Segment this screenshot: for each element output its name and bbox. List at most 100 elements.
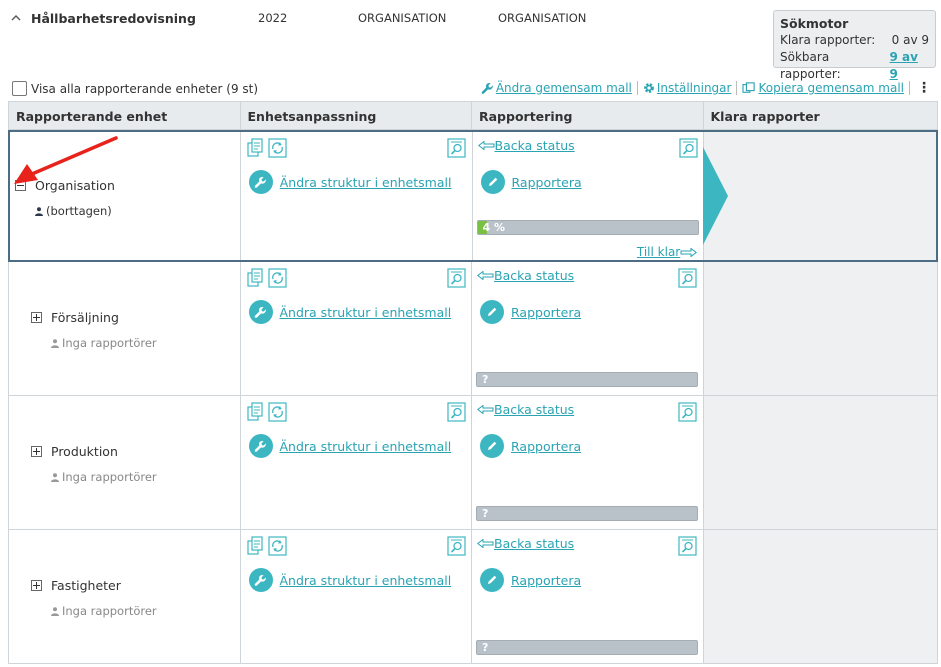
- show-all-checkbox[interactable]: [12, 81, 27, 96]
- pencil-icon: [480, 170, 505, 194]
- reporter-line: Inga rapportörer: [51, 336, 157, 350]
- table-row[interactable]: Organisation (borttagen) Ändra struktur …: [8, 130, 938, 262]
- expand-tree-icon[interactable]: [31, 446, 42, 457]
- change-template-link[interactable]: Ändra gemensam mall: [496, 81, 632, 95]
- back-status-link[interactable]: Backa status: [494, 536, 574, 551]
- arrow-left-icon: [477, 405, 494, 414]
- back-status-action[interactable]: Backa status: [477, 268, 574, 283]
- report-header: Hållbarhetsredovisning 2022 ORGANISATION…: [0, 0, 941, 81]
- organisation-column-2: ORGANISATION: [498, 11, 587, 25]
- refresh-icon[interactable]: [268, 138, 287, 158]
- show-all-label: Visa alla rapporterande enheter (9 st): [31, 81, 259, 96]
- progress-bar: ?: [476, 372, 698, 387]
- report-action[interactable]: Rapportera: [480, 568, 581, 592]
- documents-icon[interactable]: [246, 268, 265, 288]
- preview-icon[interactable]: [678, 402, 697, 422]
- pencil-icon: [480, 434, 504, 458]
- documents-icon[interactable]: [246, 536, 265, 556]
- arrow-left-icon: [477, 141, 494, 150]
- table-row[interactable]: Försäljning Inga rapportörer Ändra struk…: [8, 262, 938, 396]
- wrench-icon: [248, 568, 273, 592]
- expand-tree-icon[interactable]: [31, 312, 42, 323]
- back-status-action[interactable]: Backa status: [477, 536, 574, 551]
- back-status-link[interactable]: Backa status: [495, 138, 575, 153]
- table-header: Rapporterande enhet Enhetsanpassning Rap…: [8, 101, 938, 130]
- show-all-units[interactable]: Visa alla rapporterande enheter (9 st): [12, 81, 258, 96]
- table-row[interactable]: Fastigheter Inga rapportörer Ändra struk…: [8, 530, 938, 664]
- unit-label: Fastigheter: [51, 578, 121, 593]
- change-template-action[interactable]: Ändra gemensam mall: [481, 81, 632, 95]
- table-row[interactable]: Produktion Inga rapportörer Ändra strukt…: [8, 396, 938, 530]
- change-structure-action[interactable]: Ändra struktur i enhetsmall: [248, 300, 452, 324]
- reporter-line: Inga rapportörer: [51, 470, 157, 484]
- settings-link[interactable]: Inställningar: [657, 81, 732, 95]
- change-structure-action[interactable]: Ändra struktur i enhetsmall: [248, 568, 452, 592]
- column-header-finished: Klara rapporter: [710, 109, 820, 124]
- documents-icon[interactable]: [246, 402, 265, 422]
- reporting-units-table: Rapporterande enhet Enhetsanpassning Rap…: [8, 101, 938, 664]
- change-structure-action[interactable]: Ändra struktur i enhetsmall: [248, 434, 452, 458]
- till-klar-action[interactable]: Till klar: [637, 245, 698, 259]
- preview-icon[interactable]: [446, 536, 466, 556]
- preview-icon[interactable]: [678, 138, 698, 158]
- reporter-label: Inga rapportörer: [62, 336, 157, 350]
- reporter-label: Inga rapportörer: [62, 604, 157, 618]
- unit-fastigheter[interactable]: Fastigheter: [31, 578, 121, 593]
- unit-produktion[interactable]: Produktion: [31, 444, 118, 459]
- refresh-icon[interactable]: [267, 268, 287, 288]
- copy-icon: [742, 82, 756, 93]
- till-klar-link[interactable]: Till klar: [637, 245, 680, 259]
- preview-icon[interactable]: [446, 268, 466, 288]
- more-options-icon[interactable]: ⋮: [917, 80, 931, 96]
- change-structure-link[interactable]: Ändra struktur i enhetsmall: [280, 573, 452, 588]
- change-structure-action[interactable]: Ändra struktur i enhetsmall: [248, 170, 452, 194]
- settings-action[interactable]: Inställningar: [643, 81, 732, 95]
- change-structure-link[interactable]: Ändra struktur i enhetsmall: [280, 175, 452, 190]
- report-link[interactable]: Rapportera: [511, 439, 581, 454]
- report-link[interactable]: Rapportera: [511, 305, 581, 320]
- report-action[interactable]: Rapportera: [480, 170, 582, 194]
- change-structure-link[interactable]: Ändra struktur i enhetsmall: [280, 305, 452, 320]
- divider: [636, 81, 638, 95]
- preview-icon[interactable]: [678, 536, 697, 556]
- preview-icon[interactable]: [447, 138, 466, 158]
- divider: [909, 81, 910, 95]
- progress-label: ?: [482, 373, 489, 386]
- person-icon: [51, 338, 59, 348]
- person-icon: [51, 606, 59, 616]
- preview-icon[interactable]: [678, 268, 697, 288]
- refresh-icon[interactable]: [267, 402, 287, 422]
- report-link[interactable]: Rapportera: [512, 175, 582, 190]
- expand-tree-icon[interactable]: [31, 580, 42, 591]
- documents-icon[interactable]: [247, 138, 265, 158]
- report-title[interactable]: Hållbarhetsredovisning: [31, 11, 196, 26]
- progress-bar: 4 %: [476, 220, 699, 235]
- back-status-link[interactable]: Backa status: [494, 268, 574, 283]
- search-engine-title: Sökmotor: [780, 16, 849, 31]
- arrow-right-icon: [680, 247, 698, 257]
- report-action[interactable]: Rapportera: [480, 300, 581, 324]
- report-year: 2022: [258, 11, 288, 25]
- unit-forsaljning[interactable]: Försäljning: [31, 310, 119, 325]
- arrow-left-icon: [477, 539, 494, 548]
- report-action[interactable]: Rapportera: [480, 434, 581, 458]
- change-structure-link[interactable]: Ändra struktur i enhetsmall: [280, 439, 452, 454]
- back-status-action[interactable]: Backa status: [477, 402, 574, 417]
- column-header-unit: Rapporterande enhet: [9, 102, 241, 129]
- reporter-line: (borttagen): [35, 204, 112, 218]
- annotation-arrow-icon: [14, 136, 118, 184]
- preview-icon[interactable]: [446, 402, 466, 422]
- chevron-up-icon[interactable]: [11, 12, 21, 25]
- copy-template-action[interactable]: Kopiera gemensam mall: [742, 81, 904, 95]
- person-icon: [51, 472, 59, 482]
- wrench-icon: [248, 434, 273, 458]
- gear-icon: [644, 83, 654, 93]
- column-header-adaptation: Enhetsanpassning: [241, 102, 472, 129]
- finished-reports-value: 0 av 9: [891, 33, 929, 47]
- back-status-link[interactable]: Backa status: [494, 402, 574, 417]
- back-status-action[interactable]: Backa status: [477, 138, 575, 153]
- refresh-icon[interactable]: [267, 536, 287, 556]
- copy-template-link[interactable]: Kopiera gemensam mall: [758, 81, 904, 95]
- report-link[interactable]: Rapportera: [511, 573, 581, 588]
- arrow-left-icon: [477, 271, 494, 280]
